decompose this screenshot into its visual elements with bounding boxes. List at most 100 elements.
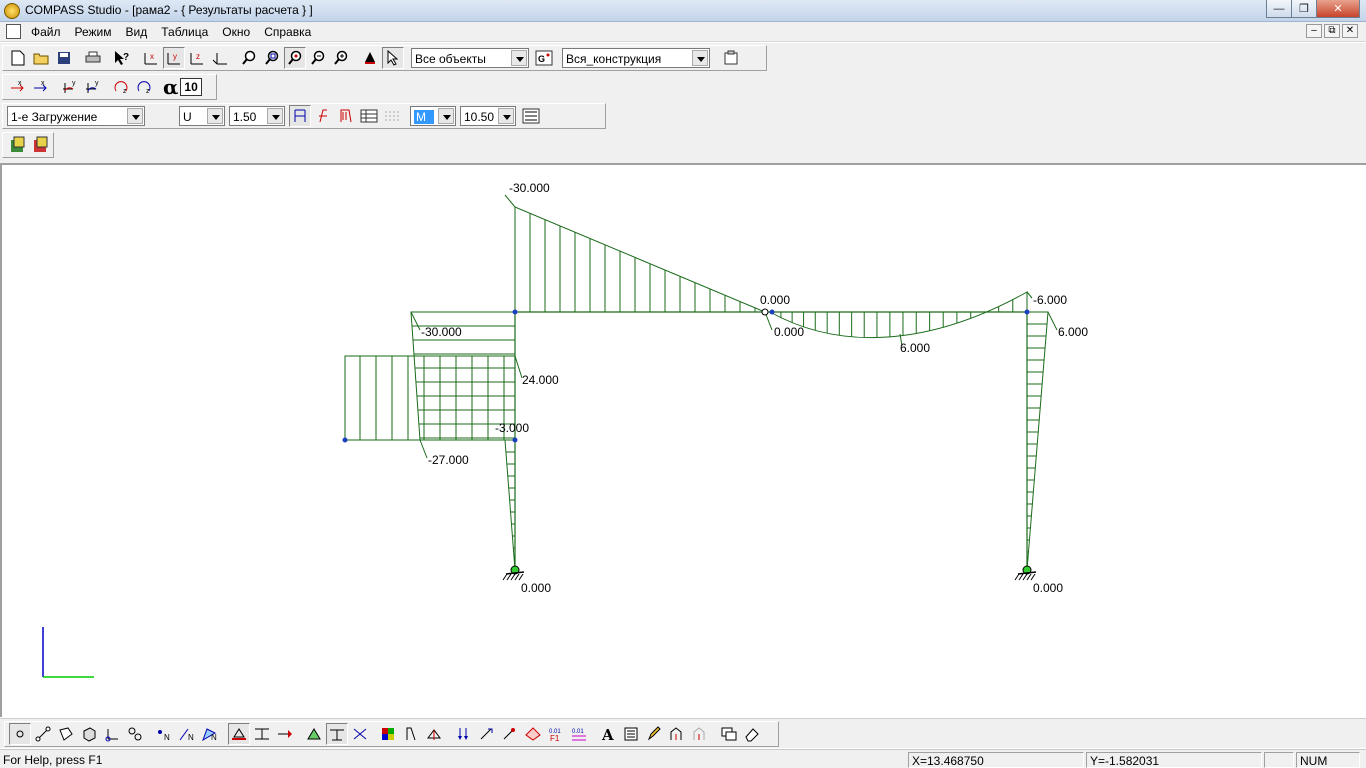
stress-icon[interactable] xyxy=(424,723,446,745)
menu-file[interactable]: Файл xyxy=(31,25,61,39)
section-icon[interactable] xyxy=(326,723,348,745)
status-num-lock: NUM xyxy=(1296,752,1360,768)
menu-help[interactable]: Справка xyxy=(264,25,311,39)
fixed-support-hatch xyxy=(518,573,524,581)
support-icon[interactable] xyxy=(228,723,250,745)
node-link-icon[interactable] xyxy=(124,723,146,745)
force-arrows-icon[interactable] xyxy=(453,723,475,745)
diagram-value-label: 0.000 xyxy=(521,581,551,595)
menu-view[interactable]: Вид xyxy=(126,25,148,39)
compass-app-icon[interactable] xyxy=(4,3,20,19)
drawing-canvas[interactable]: -30.000 0.000 -6.000 -30.000 0.000 6.000 6.000… xyxy=(0,163,1366,717)
zoom-out-icon[interactable] xyxy=(307,47,329,69)
diagram-hatch-icon[interactable] xyxy=(335,105,357,127)
save-icon[interactable] xyxy=(53,47,75,69)
bar-force-icon[interactable] xyxy=(476,723,498,745)
minimize-button[interactable]: — xyxy=(1266,0,1292,18)
zoom-window-icon[interactable] xyxy=(261,47,283,69)
axes-mode-icon[interactable] xyxy=(101,723,123,745)
print-icon[interactable] xyxy=(82,47,104,69)
open-folder-icon[interactable] xyxy=(30,47,52,69)
node-mode-icon[interactable] xyxy=(9,723,31,745)
force-select[interactable]: M xyxy=(410,106,456,126)
diagram-grid-icon[interactable] xyxy=(381,105,403,127)
frame-remove-icon[interactable] xyxy=(689,723,711,745)
status-empty-pane xyxy=(1264,752,1294,768)
fixed-support-hatch xyxy=(1014,573,1020,581)
maximize-button[interactable]: ❐ xyxy=(1291,0,1317,18)
group-icon[interactable]: G xyxy=(533,47,555,69)
objects-select[interactable]: Все объекты xyxy=(411,48,529,68)
angle-step-value[interactable]: 10 xyxy=(180,78,202,96)
mdi-minimize-button[interactable]: – xyxy=(1306,24,1322,38)
mdi-close-button[interactable]: ✕ xyxy=(1342,24,1358,38)
zoom-in-icon[interactable] xyxy=(330,47,352,69)
copy-view-icon[interactable] xyxy=(718,723,740,745)
diagram-frame-icon[interactable] xyxy=(289,105,311,127)
load-icon[interactable] xyxy=(274,723,296,745)
svg-text:N: N xyxy=(211,733,217,742)
table-view-icon[interactable] xyxy=(620,723,642,745)
toolbar-area: ? x y z Все объекты G Вся_конструкция x … xyxy=(0,43,1366,163)
diagram-value-label: 0.000 xyxy=(760,293,790,307)
lamp-icon[interactable] xyxy=(359,47,381,69)
svg-text:x: x xyxy=(41,80,45,87)
axis-yz-icon[interactable]: z xyxy=(186,47,208,69)
deformation-icon[interactable] xyxy=(401,723,423,745)
rotate-z-plus-icon[interactable]: z xyxy=(111,76,133,98)
rotate-y-plus-icon[interactable]: y xyxy=(59,76,81,98)
menu-table[interactable]: Таблица xyxy=(161,25,208,39)
document-icon[interactable] xyxy=(6,24,21,39)
context-help-icon[interactable]: ? xyxy=(111,47,133,69)
plate-load-icon[interactable] xyxy=(522,723,544,745)
frame-add-icon[interactable] xyxy=(666,723,688,745)
fixed-support-hatch xyxy=(1030,573,1036,581)
close-button[interactable]: ✕ xyxy=(1316,0,1360,18)
hinge-icon[interactable] xyxy=(251,723,273,745)
node-number-icon[interactable]: N xyxy=(153,723,175,745)
bar-number-icon[interactable]: N xyxy=(176,723,198,745)
text-icon[interactable]: A xyxy=(597,723,619,745)
stiffness-icon[interactable] xyxy=(303,723,325,745)
properties-icon[interactable] xyxy=(720,47,742,69)
bottom-toolbar-area: N N N 0.01 F1 0.01 A xyxy=(0,718,1366,748)
plate-mode-icon[interactable] xyxy=(55,723,77,745)
construction-select[interactable]: Вся_конструкция xyxy=(562,48,710,68)
diagram-table-icon[interactable] xyxy=(358,105,380,127)
font-size-select[interactable]: 10.50 xyxy=(460,106,516,126)
new-file-icon[interactable] xyxy=(7,47,29,69)
zoom-pan-icon[interactable] xyxy=(284,47,306,69)
axis-xy-icon[interactable]: y xyxy=(163,47,185,69)
rotate-z-minus-icon[interactable]: z xyxy=(134,76,156,98)
axis-3d-icon[interactable] xyxy=(209,47,231,69)
rotate-y-minus-icon[interactable]: y xyxy=(82,76,104,98)
diagram-italic-icon[interactable] xyxy=(312,105,334,127)
plate-number-icon[interactable]: N xyxy=(199,723,221,745)
distributed-load-icon[interactable] xyxy=(499,723,521,745)
pencil-icon[interactable] xyxy=(643,723,665,745)
select-pointer-icon[interactable] xyxy=(382,47,404,69)
hinge-node xyxy=(761,308,769,316)
zoom-icon[interactable] xyxy=(238,47,260,69)
solid-mode-icon[interactable] xyxy=(78,723,100,745)
numbers-toggle-icon[interactable] xyxy=(520,105,542,127)
eraser-icon[interactable] xyxy=(741,723,763,745)
beam-left-diagram xyxy=(514,206,766,313)
export-image-icon[interactable] xyxy=(30,134,52,156)
mesh-icon[interactable] xyxy=(349,723,371,745)
color-map-icon[interactable] xyxy=(378,723,400,745)
axis-zx-icon[interactable]: x xyxy=(140,47,162,69)
load-case-select[interactable]: 1-е Загружение xyxy=(7,106,145,126)
bar-mode-icon[interactable] xyxy=(32,723,54,745)
combination-load-icon[interactable]: 0.01 xyxy=(568,723,590,745)
diagram-value-label: 6.000 xyxy=(900,341,930,355)
menu-mode[interactable]: Режим xyxy=(75,25,112,39)
mdi-restore-button[interactable]: ⧉ xyxy=(1324,24,1340,38)
rotate-x-minus-icon[interactable]: x xyxy=(30,76,52,98)
export-report-icon[interactable] xyxy=(7,134,29,156)
scale-select[interactable]: 1.50 xyxy=(229,106,285,126)
menu-window[interactable]: Окно xyxy=(222,25,250,39)
f1-load-icon[interactable]: 0.01 F1 xyxy=(545,723,567,745)
component-select[interactable]: U xyxy=(179,106,225,126)
rotate-x-plus-icon[interactable]: x xyxy=(7,76,29,98)
